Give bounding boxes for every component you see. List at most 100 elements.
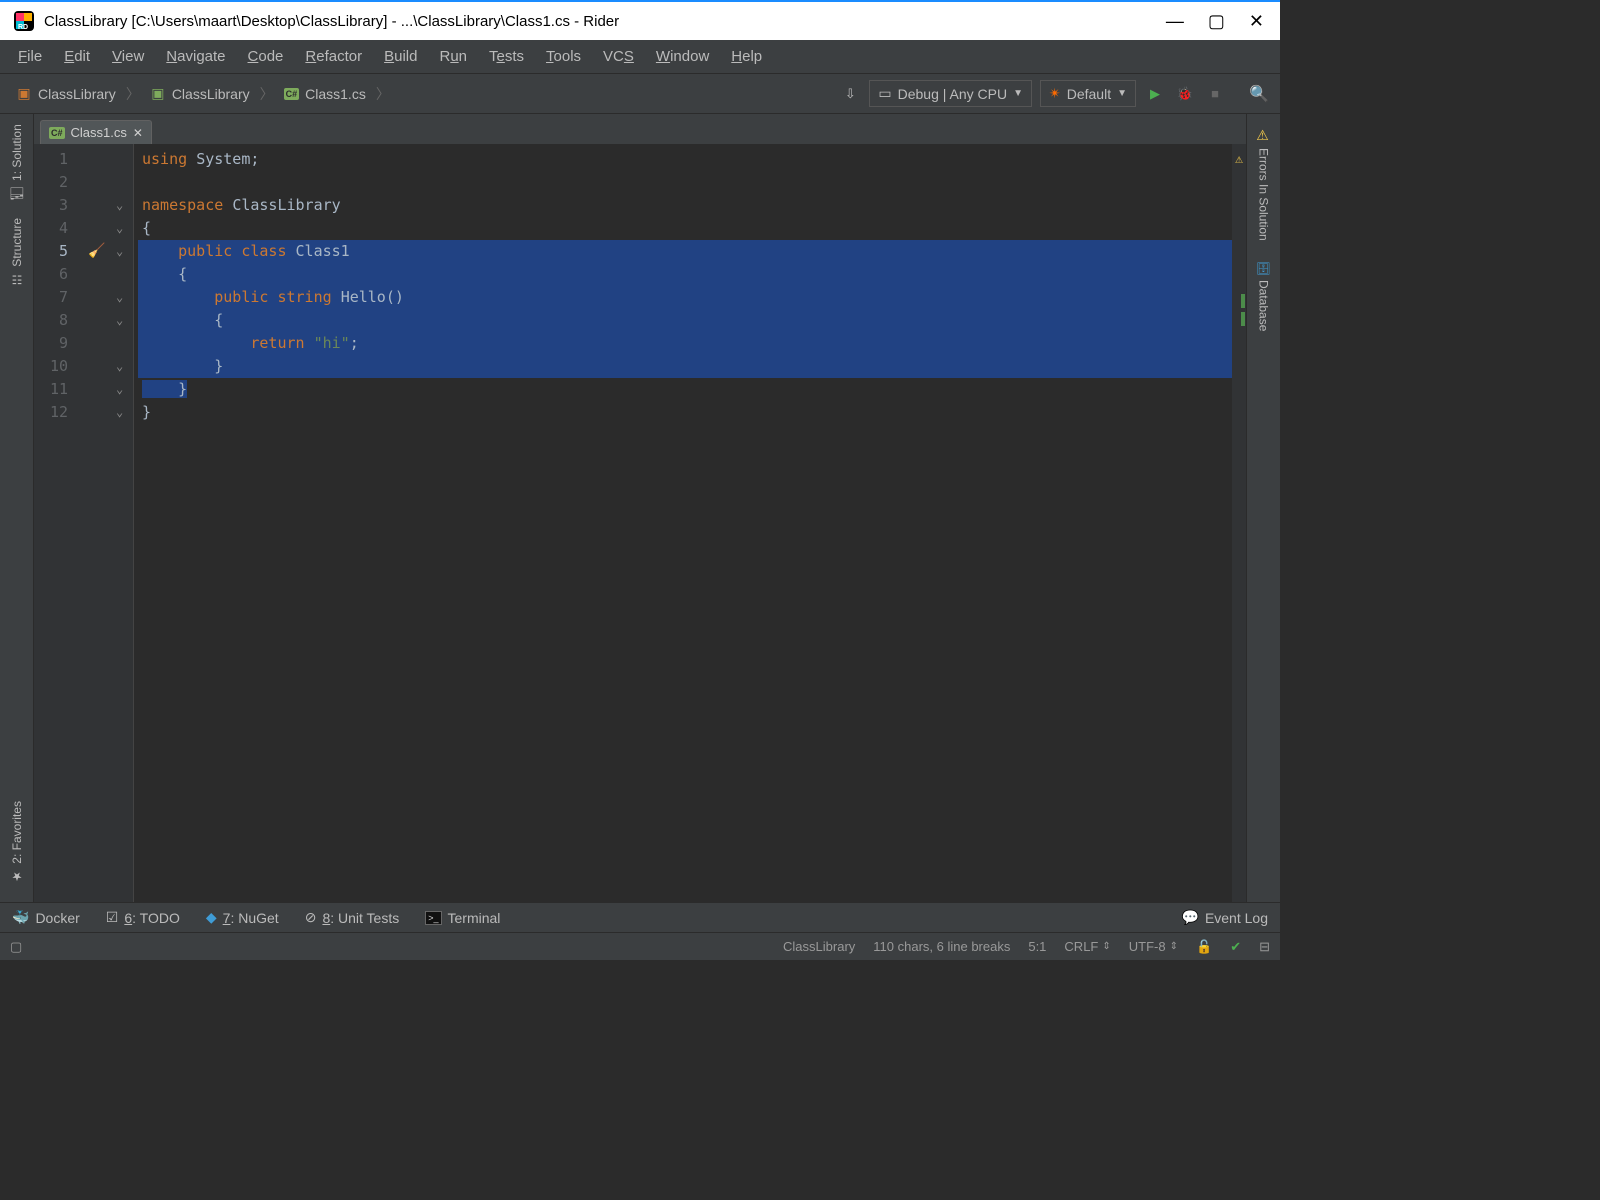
- fold-icon[interactable]: ⌄: [116, 240, 123, 263]
- status-readonly-icon[interactable]: 🔓: [1196, 939, 1212, 955]
- error-stripe[interactable]: ⚠: [1232, 144, 1246, 902]
- editor-tabs: C# Class1.cs ✕: [34, 114, 1246, 144]
- editor-area: C# Class1.cs ✕ 123456789101112 ⌄⌄🧹⌄⌄⌄⌄⌄⌄…: [34, 114, 1246, 902]
- menu-build[interactable]: Build: [376, 44, 425, 69]
- tool-window-docker-label: Docker: [35, 910, 79, 926]
- tool-window-unit-tests[interactable]: ⊘8: Unit Tests: [305, 909, 400, 926]
- tests-icon: ⊘: [305, 909, 317, 926]
- status-file-encoding[interactable]: UTF-8⇕: [1129, 939, 1178, 954]
- close-button[interactable]: ✕: [1249, 11, 1264, 32]
- stripe-marker[interactable]: [1241, 294, 1245, 308]
- debug-button[interactable]: 🐞: [1174, 83, 1196, 105]
- menu-vcs[interactable]: VCS: [595, 44, 642, 69]
- fold-icon[interactable]: ⌄: [116, 194, 123, 217]
- status-bar: ▢ ClassLibrary 110 chars, 6 line breaks …: [0, 932, 1280, 960]
- menu-help[interactable]: Help: [723, 44, 770, 69]
- tool-window-errors-label: Errors In Solution: [1257, 148, 1271, 241]
- navigation-toolbar: ▣ClassLibrary 〉 ▣ClassLibrary 〉 C#Class1…: [0, 74, 1280, 114]
- minimize-button[interactable]: —: [1166, 11, 1184, 32]
- stop-button[interactable]: ■: [1204, 83, 1226, 105]
- updown-icon: ⇕: [1170, 941, 1178, 952]
- fold-icon[interactable]: ⌄: [116, 378, 123, 401]
- tool-window-errors[interactable]: ⚠ Errors In Solution: [1256, 122, 1272, 247]
- project-icon: ▣: [150, 86, 166, 102]
- breadcrumb-solution-label: ClassLibrary: [38, 86, 116, 102]
- menu-edit[interactable]: Edit: [56, 44, 98, 69]
- tool-window-todo-label: 6: TODO: [124, 910, 180, 926]
- fold-icon[interactable]: ⌄: [116, 355, 123, 378]
- profile-icon: ✴: [1049, 85, 1061, 102]
- close-tab-icon[interactable]: ✕: [133, 126, 143, 140]
- status-caret-position[interactable]: 5:1: [1028, 939, 1046, 954]
- structure-icon: ☷: [10, 273, 24, 287]
- search-everywhere-button[interactable]: 🔍: [1248, 83, 1270, 105]
- target-icon: ▭: [878, 85, 891, 102]
- tool-window-nuget[interactable]: ◆ 7: NuGet: [206, 909, 279, 926]
- fold-icon[interactable]: ⌄: [116, 401, 123, 424]
- code-content[interactable]: using System; namespace ClassLibrary{ pu…: [134, 144, 1232, 902]
- tool-window-database-label: Database: [1257, 280, 1271, 331]
- checklist-icon: ☑: [106, 909, 119, 926]
- status-memory-icon[interactable]: ⊟: [1259, 939, 1270, 955]
- chevron-right-icon: 〉: [126, 84, 140, 104]
- fold-icon[interactable]: ⌄: [116, 217, 123, 240]
- warning-icon: ⚠: [1256, 128, 1272, 144]
- run-config-label: Debug | Any CPU: [898, 86, 1007, 102]
- tool-window-structure-label: Structure: [10, 218, 24, 267]
- editor-tab-active[interactable]: C# Class1.cs ✕: [40, 120, 152, 144]
- chevron-right-icon: 〉: [376, 84, 390, 104]
- status-context[interactable]: ClassLibrary: [783, 939, 855, 954]
- tool-window-database[interactable]: 🗄 Database: [1257, 255, 1271, 338]
- window-titlebar: RD ClassLibrary [C:\Users\maart\Desktop\…: [0, 0, 1280, 40]
- tool-window-terminal-label: Terminal: [448, 910, 501, 926]
- run-config-selector[interactable]: ▭ Debug | Any CPU ▼: [869, 80, 1032, 107]
- menu-refactor[interactable]: Refactor: [297, 44, 370, 69]
- breadcrumb-file-label: Class1.cs: [305, 86, 366, 102]
- fold-icon[interactable]: ⌄: [116, 309, 123, 332]
- tool-window-structure[interactable]: ☷ Structure: [10, 212, 24, 293]
- terminal-icon: >_: [425, 911, 441, 925]
- run-profile-selector[interactable]: ✴Default▼: [1040, 80, 1136, 107]
- breadcrumb-project[interactable]: ▣ClassLibrary: [144, 84, 256, 104]
- tool-window-nuget-label: 7: NuGet: [223, 910, 279, 926]
- solution-icon: 🗂: [10, 187, 24, 202]
- menu-tests[interactable]: Tests: [481, 44, 532, 69]
- code-editor[interactable]: 123456789101112 ⌄⌄🧹⌄⌄⌄⌄⌄⌄ using System; …: [34, 144, 1246, 902]
- chevron-down-icon: ▼: [1013, 88, 1023, 99]
- menu-view[interactable]: View: [104, 44, 152, 69]
- breadcrumb-file[interactable]: C# Class1.cs: [278, 84, 372, 104]
- menu-run[interactable]: Run: [431, 44, 475, 69]
- status-inspection-icon[interactable]: ✔: [1230, 939, 1241, 955]
- updown-icon: ⇕: [1102, 941, 1110, 952]
- build-icon[interactable]: ⇩: [839, 83, 861, 105]
- tool-window-favorites-label: 2: Favorites: [10, 801, 24, 864]
- stripe-marker[interactable]: [1241, 312, 1245, 326]
- editor-tab-label: Class1.cs: [71, 125, 127, 140]
- menu-navigate[interactable]: Navigate: [158, 44, 233, 69]
- menu-tools[interactable]: Tools: [538, 44, 589, 69]
- tool-window-terminal[interactable]: >_ Terminal: [425, 910, 500, 926]
- fold-icon[interactable]: ⌄: [116, 286, 123, 309]
- menu-window[interactable]: Window: [648, 44, 717, 69]
- database-icon: 🗄: [1257, 261, 1271, 276]
- tool-window-todo[interactable]: ☑ 6: TODO: [106, 909, 180, 926]
- speech-bubble-icon: 💬: [1182, 909, 1199, 926]
- maximize-button[interactable]: ▢: [1208, 11, 1225, 32]
- tool-windows-toggle-icon[interactable]: ▢: [10, 939, 34, 955]
- breadcrumb-solution[interactable]: ▣ ClassLibrary: [10, 84, 122, 104]
- csharp-file-icon: C#: [284, 88, 300, 100]
- run-profile-label: Default: [1067, 86, 1111, 102]
- menu-code[interactable]: Code: [240, 44, 292, 69]
- code-cleanup-icon[interactable]: 🧹: [88, 240, 105, 263]
- tool-window-solution[interactable]: 🗂1: Solution: [10, 118, 24, 208]
- status-line-separator[interactable]: CRLF⇕: [1064, 939, 1110, 954]
- tool-window-favorites[interactable]: ★2: Favorites: [10, 795, 24, 890]
- nuget-icon: ◆: [206, 909, 217, 926]
- tool-window-event-log[interactable]: 💬Event Log: [1182, 909, 1269, 926]
- solution-icon: ▣: [16, 86, 32, 102]
- left-tool-strip: 🗂1: Solution ☷ Structure ★2: Favorites: [0, 114, 34, 902]
- menu-file[interactable]: File: [10, 44, 50, 69]
- warning-icon[interactable]: ⚠: [1232, 148, 1246, 171]
- run-button[interactable]: ▶: [1144, 83, 1166, 105]
- tool-window-docker[interactable]: 🐳Docker: [12, 909, 80, 926]
